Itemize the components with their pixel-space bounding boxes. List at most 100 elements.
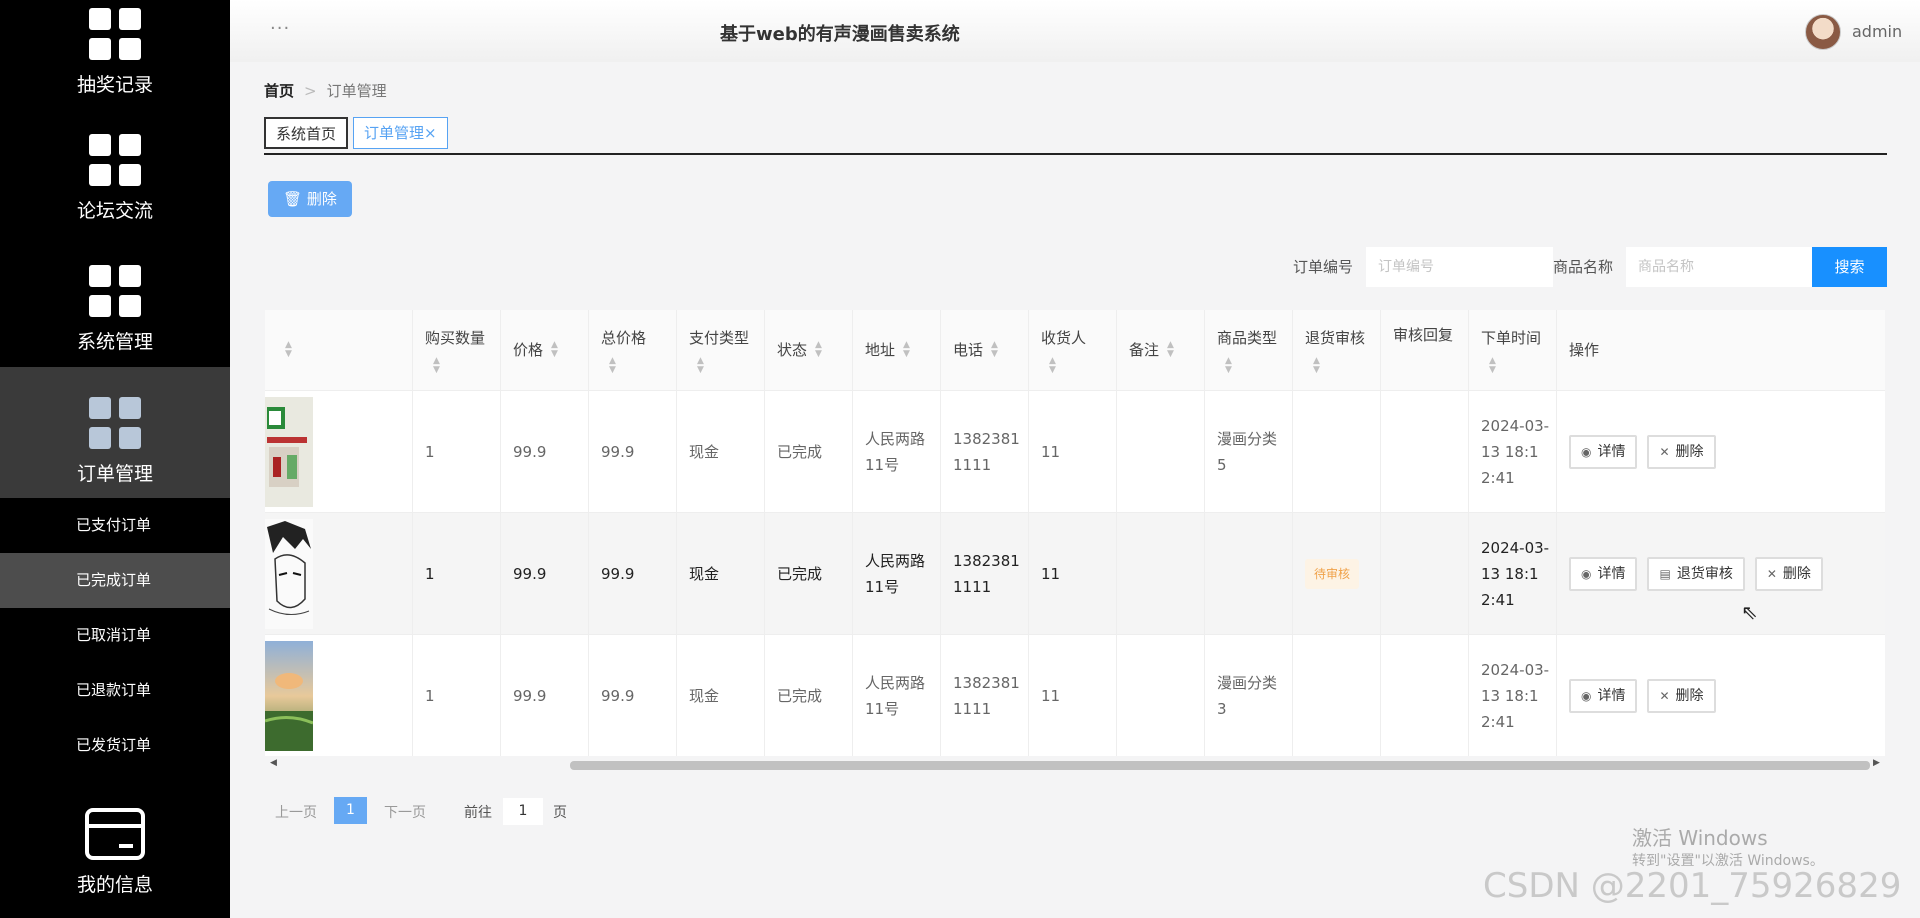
avatar[interactable] bbox=[1805, 14, 1841, 50]
delete-row-button[interactable]: ✕ 删除 bbox=[1647, 434, 1716, 469]
header-cell-actions: 操作 bbox=[1556, 310, 1885, 390]
tab-bar: 系统首页 订单管理× bbox=[264, 117, 1887, 155]
sort-icon[interactable]: ▲ ▼ bbox=[991, 341, 998, 359]
product-name-input[interactable] bbox=[1626, 247, 1812, 287]
sort-icon[interactable]: ▲ ▼ bbox=[433, 357, 485, 375]
header-cell-status[interactable]: 状态 ▲ ▼ bbox=[764, 310, 852, 390]
header-cell-review-reply: 审核回复 bbox=[1380, 310, 1468, 390]
detail-button[interactable]: ◉ 详情 bbox=[1569, 678, 1638, 713]
detail-button[interactable]: ◉ 详情 bbox=[1569, 434, 1638, 469]
sort-icon[interactable]: ▲ ▼ bbox=[551, 341, 558, 359]
header-cell-order-time[interactable]: 下单时间 ▲ ▼ bbox=[1468, 310, 1556, 390]
cell-status: 已完成 bbox=[764, 513, 852, 634]
sidebar-item-orders[interactable]: 订单管理 bbox=[0, 367, 230, 498]
header-label: 购买数量 bbox=[425, 329, 486, 347]
sort-icon[interactable]: ▲ ▼ bbox=[1167, 341, 1174, 359]
detail-button-label: 详情 bbox=[1597, 565, 1626, 582]
tab-label: 订单管理 bbox=[364, 124, 425, 142]
breadcrumb-home[interactable]: 首页 bbox=[264, 82, 294, 100]
grid-icon bbox=[89, 8, 141, 60]
header-label: 电话 bbox=[953, 341, 984, 359]
prev-page-button[interactable]: 上一页 bbox=[275, 802, 317, 822]
order-no-input[interactable] bbox=[1366, 247, 1553, 287]
product-thumbnail[interactable] bbox=[265, 640, 313, 751]
refund-review-button-label: 退货审核 bbox=[1676, 565, 1733, 582]
sort-icon[interactable]: ▲ ▼ bbox=[1489, 357, 1541, 375]
cell-pay-type: 现金 bbox=[676, 635, 764, 756]
horizontal-scrollbar[interactable]: ◀ ▶ bbox=[265, 758, 1885, 772]
sort-icon[interactable]: ▲ ▼ bbox=[1225, 357, 1277, 375]
grid-icon bbox=[89, 134, 141, 186]
delete-row-button-label: 删除 bbox=[1782, 565, 1811, 582]
header-cell-phone[interactable]: 电话 ▲ ▼ bbox=[940, 310, 1028, 390]
sort-icon[interactable]: ▲ ▼ bbox=[903, 341, 910, 359]
scroll-right-arrow-icon[interactable]: ▶ bbox=[1873, 758, 1880, 768]
windows-activation-title: 激活 Windows bbox=[1632, 826, 1768, 850]
header-label: 商品类型 bbox=[1217, 329, 1278, 347]
sidebar-item-forum[interactable]: 论坛交流 bbox=[0, 134, 230, 223]
scroll-left-arrow-icon[interactable]: ◀ bbox=[270, 758, 277, 768]
user-name[interactable]: admin bbox=[1852, 22, 1902, 41]
cell-refund-review: 待审核 bbox=[1292, 513, 1380, 634]
header-cell-total[interactable]: 总价格 ▲ ▼ bbox=[588, 310, 676, 390]
header-cell-refund-review[interactable]: 退货审核 ▲ ▼ bbox=[1292, 310, 1380, 390]
close-icon[interactable]: × bbox=[424, 124, 437, 142]
more-icon[interactable]: ··· bbox=[270, 18, 290, 39]
sidebar-subitem-refunded[interactable]: 已退款订单 bbox=[0, 663, 230, 718]
header-cell-pay-type[interactable]: 支付类型 ▲ ▼ bbox=[676, 310, 764, 390]
delete-row-button[interactable]: ✕ 删除 bbox=[1754, 556, 1823, 591]
card-icon bbox=[85, 808, 145, 860]
breadcrumb: 首页 > 订单管理 bbox=[264, 80, 387, 101]
detail-button[interactable]: ◉ 详情 bbox=[1569, 556, 1638, 591]
cell-refund-review bbox=[1292, 635, 1380, 756]
sort-icon[interactable]: ▲ ▼ bbox=[1313, 357, 1365, 375]
header-cell-receiver[interactable]: 收货人 ▲ ▼ bbox=[1028, 310, 1116, 390]
cell-status: 已完成 bbox=[764, 391, 852, 512]
cell-remark bbox=[1116, 635, 1204, 756]
tab-orders[interactable]: 订单管理× bbox=[353, 117, 448, 149]
search-button[interactable]: 搜索 bbox=[1812, 247, 1887, 287]
sidebar-subitem-shipped[interactable]: 已发货订单 bbox=[0, 718, 230, 773]
cell-order-time: 2024-03-13 18:12:41 bbox=[1468, 391, 1556, 512]
delete-button[interactable]: 🗑 删除 bbox=[268, 181, 352, 217]
pending-review-badge: 待审核 bbox=[1305, 558, 1360, 589]
product-thumbnail[interactable] bbox=[265, 518, 313, 629]
sort-icon[interactable]: ▲ ▼ bbox=[697, 357, 749, 375]
sidebar-subitem-paid[interactable]: 已支付订单 bbox=[0, 498, 230, 553]
goto-page-input[interactable]: 1 bbox=[503, 798, 543, 825]
sort-icon[interactable]: ▲ ▼ bbox=[285, 341, 292, 359]
header-label: 状态 bbox=[777, 341, 808, 359]
header-cell-remark[interactable]: 备注 ▲ ▼ bbox=[1116, 310, 1204, 390]
next-page-button[interactable]: 下一页 bbox=[384, 802, 426, 822]
cell-image bbox=[265, 391, 412, 512]
sidebar-subitem-cancelled[interactable]: 已取消订单 bbox=[0, 608, 230, 663]
sidebar-item-lottery[interactable]: 抽奖记录 bbox=[0, 8, 230, 97]
header-label: 审核回复 bbox=[1393, 326, 1454, 344]
sort-icon[interactable]: ▲ ▼ bbox=[815, 341, 822, 359]
scrollbar-thumb[interactable] bbox=[570, 761, 1870, 770]
cell-receiver: 11 bbox=[1028, 635, 1116, 756]
sidebar-item-label: 订单管理 bbox=[76, 463, 153, 485]
document-icon: ▤ bbox=[1659, 566, 1671, 581]
delete-row-button[interactable]: ✕ 删除 bbox=[1647, 678, 1716, 713]
sidebar-item-system[interactable]: 系统管理 bbox=[0, 265, 230, 354]
sort-icon[interactable]: ▲ ▼ bbox=[1049, 357, 1086, 375]
cell-actions: ◉ 详情 ▤ 退货审核 ✕ 删除 bbox=[1556, 513, 1885, 634]
product-thumbnail[interactable] bbox=[265, 396, 313, 507]
close-icon: ✕ bbox=[1766, 566, 1777, 581]
refund-review-button[interactable]: ▤ 退货审核 bbox=[1647, 556, 1745, 591]
header-cell-qty[interactable]: 购买数量 ▲ ▼ bbox=[412, 310, 500, 390]
page-number-current[interactable]: 1 bbox=[334, 797, 367, 824]
cell-price: 99.9 bbox=[500, 635, 588, 756]
sort-icon[interactable]: ▲ ▼ bbox=[609, 357, 646, 375]
cell-qty: 1 bbox=[412, 635, 500, 756]
breadcrumb-current: 订单管理 bbox=[326, 82, 387, 100]
header-cell-product-type[interactable]: 商品类型 ▲ ▼ bbox=[1204, 310, 1292, 390]
header-cell-price[interactable]: 价格 ▲ ▼ bbox=[500, 310, 588, 390]
header-label: 操作 bbox=[1569, 341, 1600, 359]
sidebar-item-my-info[interactable]: 我的信息 bbox=[0, 808, 230, 897]
sidebar-subitem-completed[interactable]: 已完成订单 bbox=[0, 553, 230, 608]
tab-home[interactable]: 系统首页 bbox=[264, 117, 349, 149]
header-cell-address[interactable]: 地址 ▲ ▼ bbox=[852, 310, 940, 390]
cell-qty: 1 bbox=[412, 391, 500, 512]
